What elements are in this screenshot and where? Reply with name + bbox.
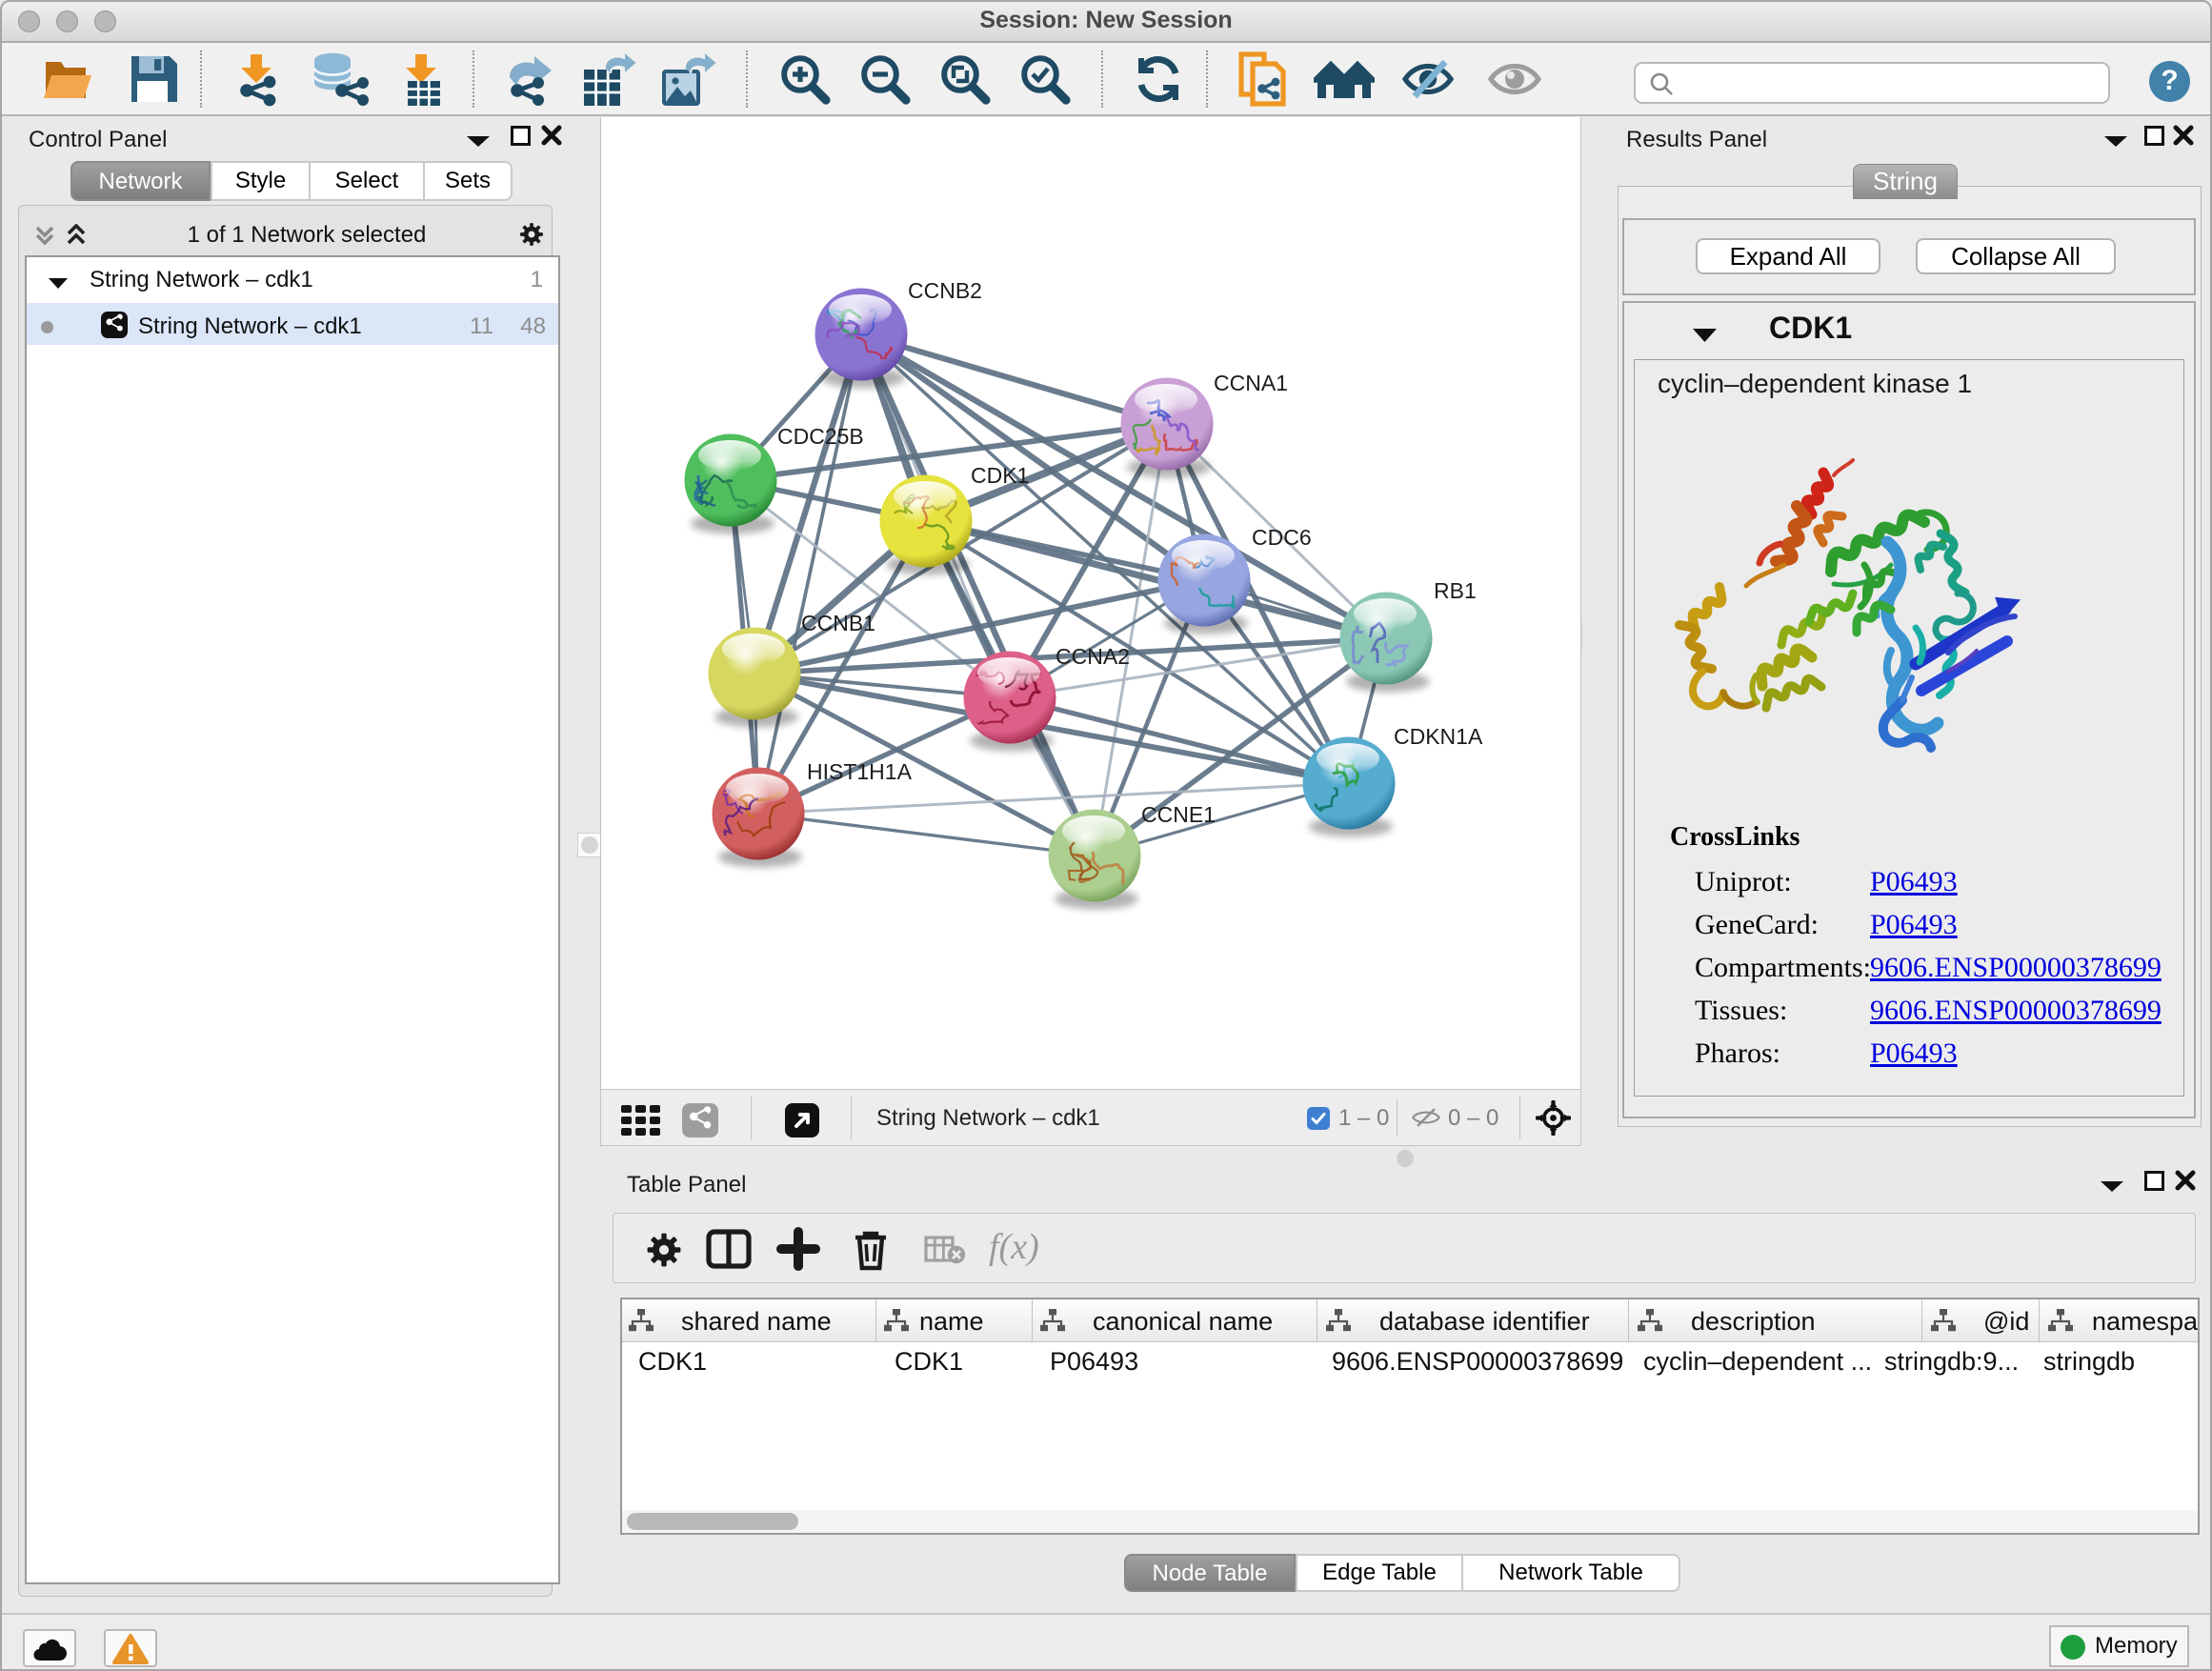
svg-text:HIST1H1A: HIST1H1A xyxy=(807,759,913,784)
svg-text:CCNB2: CCNB2 xyxy=(908,278,982,303)
svg-text:CDC6: CDC6 xyxy=(1252,525,1312,550)
svg-text:CDK1: CDK1 xyxy=(971,463,1029,488)
svg-text:CCNE1: CCNE1 xyxy=(1141,802,1216,827)
svg-text:CCNB1: CCNB1 xyxy=(801,611,875,635)
svg-text:CCNA1: CCNA1 xyxy=(1214,371,1288,395)
svg-text:RB1: RB1 xyxy=(1434,578,1477,603)
svg-text:CDC25B: CDC25B xyxy=(777,424,864,449)
svg-text:CCNA2: CCNA2 xyxy=(1056,644,1130,669)
svg-text:CDKN1A: CDKN1A xyxy=(1394,724,1483,749)
